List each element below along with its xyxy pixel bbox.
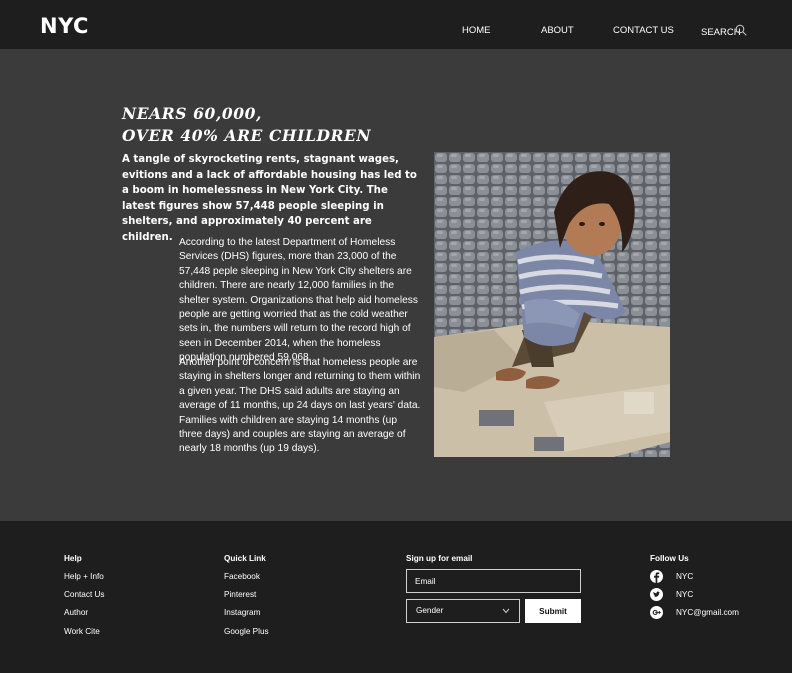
email-contact[interactable]: NYC@gmail.com xyxy=(676,608,739,617)
site-header: NYC HOME ABOUT CONTACT US SEARCH xyxy=(0,0,792,49)
footer-link-author[interactable]: Author xyxy=(64,608,88,617)
nav-home[interactable]: HOME xyxy=(462,25,491,36)
headline-line-2: over 40% are children xyxy=(122,126,372,145)
submit-button[interactable]: Submit xyxy=(525,599,581,623)
google-plus-icon[interactable] xyxy=(650,606,663,619)
chevron-down-icon xyxy=(502,608,510,614)
twitter-icon[interactable] xyxy=(650,588,663,601)
footer-link-contact-us[interactable]: Contact Us xyxy=(64,590,105,599)
footer-link-help-info[interactable]: Help + Info xyxy=(64,572,104,581)
search-icon[interactable] xyxy=(735,24,747,36)
article-paragraph-2: Another point of concern is that homeles… xyxy=(179,357,421,455)
facebook-icon[interactable] xyxy=(650,570,663,583)
nav-about[interactable]: ABOUT xyxy=(541,25,574,36)
footer-help-heading: Help xyxy=(64,554,82,563)
email-field[interactable] xyxy=(406,569,581,593)
article-photo xyxy=(434,152,670,457)
gender-select[interactable]: Gender xyxy=(406,599,520,623)
footer-link-instagram[interactable]: Instagram xyxy=(224,608,260,617)
site-footer xyxy=(0,521,792,673)
twitter-handle[interactable]: NYC xyxy=(676,590,693,599)
facebook-handle[interactable]: NYC xyxy=(676,572,693,581)
article-headline: Nears 60,000, over 40% are children xyxy=(122,103,371,147)
footer-link-google-plus[interactable]: Google Plus xyxy=(224,627,269,636)
footer-link-work-cite[interactable]: Work Cite xyxy=(64,627,100,636)
article-lead: A tangle of skyrocketing rents, stagnant… xyxy=(122,154,417,243)
footer-quick-link-heading: Quick Link xyxy=(224,554,266,563)
site-logo[interactable]: NYC xyxy=(40,14,89,38)
footer-link-pinterest[interactable]: Pinterest xyxy=(224,590,256,599)
footer-follow-heading: Follow Us xyxy=(650,554,689,563)
headline-line-1: Nears 60,000, xyxy=(122,104,262,123)
gender-select-label: Gender xyxy=(416,606,444,615)
footer-link-facebook[interactable]: Facebook xyxy=(224,572,260,581)
nav-contact-us[interactable]: CONTACT US xyxy=(613,25,674,36)
footer-signup-heading: Sign up for email xyxy=(406,554,473,563)
article-paragraph-1: According to the latest Department of Ho… xyxy=(179,237,418,364)
